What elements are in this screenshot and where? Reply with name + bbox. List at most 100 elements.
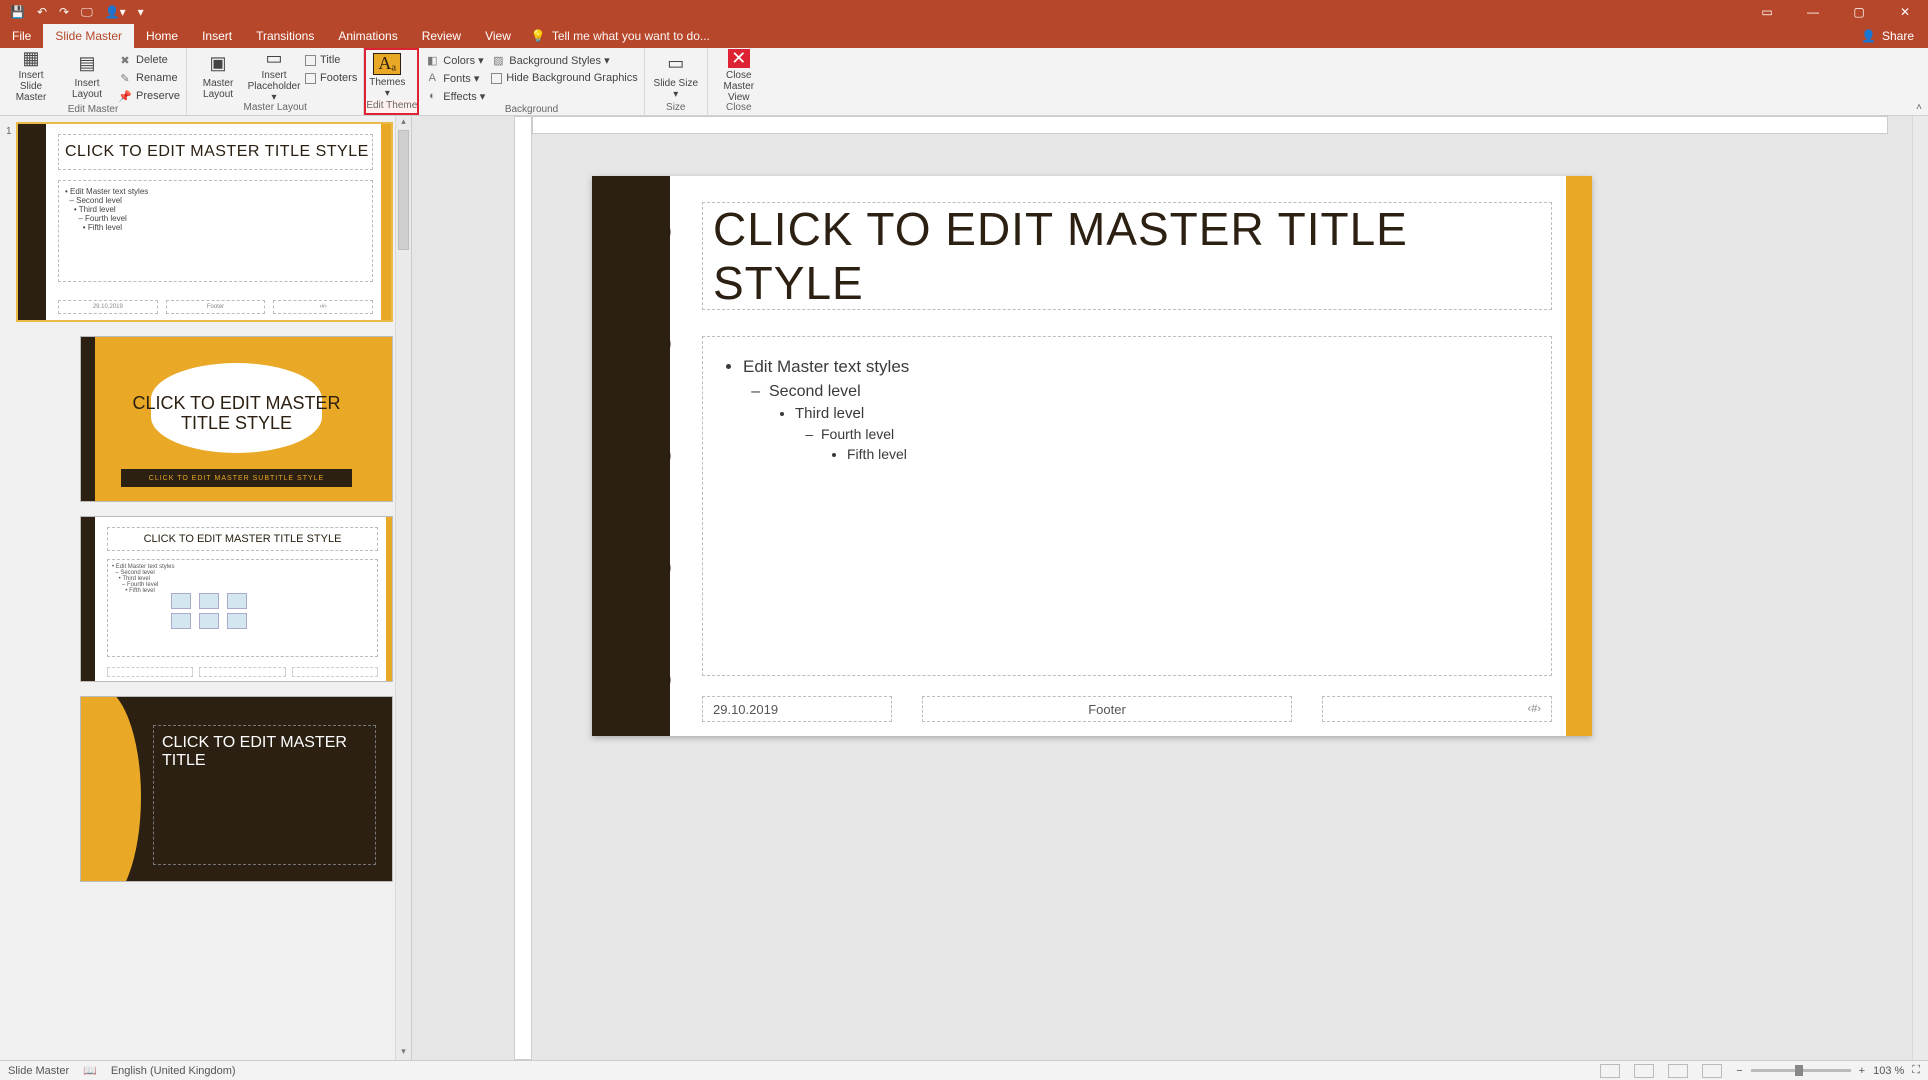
fonts-button[interactable]: AFonts ▾ bbox=[425, 70, 485, 86]
tab-home[interactable]: Home bbox=[134, 24, 190, 48]
title-checkbox[interactable]: Title bbox=[305, 52, 357, 68]
start-from-beginning-icon[interactable]: 🖵 bbox=[81, 5, 93, 20]
body-placeholder[interactable]: Edit Master text styles Second level Thi… bbox=[702, 336, 1552, 676]
delete-button[interactable]: ✖Delete bbox=[118, 52, 180, 68]
footers-checkbox[interactable]: Footers bbox=[305, 70, 357, 86]
effects-button[interactable]: ◐Effects ▾ bbox=[425, 88, 485, 104]
title-checkbox-label: Title bbox=[320, 54, 340, 66]
reading-view-button[interactable] bbox=[1668, 1064, 1688, 1078]
background-styles-button[interactable]: ▨Background Styles ▾ bbox=[491, 52, 637, 68]
fit-to-window-button[interactable]: ⛶ bbox=[1912, 1064, 1920, 1077]
group-master-layout-label: Master Layout bbox=[193, 102, 357, 115]
master-footer-mid: Footer bbox=[166, 300, 266, 314]
zoom-control: − + 103 % ⛶ bbox=[1736, 1064, 1920, 1077]
insert-slide-master-label: Insert Slide Master bbox=[6, 70, 56, 103]
group-master-layout: ▣ Master Layout ▭ Insert Placeholder ▾ T… bbox=[187, 48, 364, 115]
close-master-view-button[interactable]: ✕ Close Master View bbox=[714, 50, 764, 100]
video-icon bbox=[227, 613, 247, 629]
zoom-percent[interactable]: 103 % bbox=[1873, 1065, 1904, 1077]
layout-thumbnail-section-header[interactable]: CLICK TO EDIT MASTER TITLE bbox=[80, 696, 393, 882]
tab-slide-master[interactable]: Slide Master bbox=[43, 24, 134, 48]
insert-layout-button[interactable]: ▤ Insert Layout bbox=[62, 50, 112, 100]
footer-placeholders: 29.10.2019 Footer ‹#› bbox=[702, 696, 1552, 722]
thumbnail-list: 1 CLICK TO EDIT MASTER TITLE STYLE • Edi… bbox=[8, 122, 393, 1060]
layout-thumbnail-title-slide[interactable]: CLICK TO EDIT MASTER TITLE STYLE CLICK T… bbox=[80, 336, 393, 502]
save-icon[interactable]: 💾 bbox=[10, 5, 25, 19]
share-label: Share bbox=[1882, 29, 1914, 43]
zoom-slider[interactable] bbox=[1751, 1069, 1851, 1072]
tab-review[interactable]: Review bbox=[410, 24, 473, 48]
insert-slide-master-button[interactable]: ▦ Insert Slide Master bbox=[6, 50, 56, 100]
scroll-up-arrow-icon[interactable]: ▴ bbox=[396, 116, 411, 130]
tab-view[interactable]: View bbox=[473, 24, 523, 48]
colors-button[interactable]: ◧Colors ▾ bbox=[425, 52, 485, 68]
insert-placeholder-button[interactable]: ▭ Insert Placeholder ▾ bbox=[249, 50, 299, 100]
layout-thumbnail-title-content[interactable]: CLICK TO EDIT MASTER TITLE STYLE • Edit … bbox=[80, 516, 393, 682]
share-button[interactable]: 👤 Share bbox=[1847, 24, 1928, 48]
undo-icon[interactable]: ↶ bbox=[37, 5, 47, 19]
ribbon-tabs: File Slide Master Home Insert Transition… bbox=[0, 24, 1928, 48]
redo-icon[interactable]: ↷ bbox=[59, 5, 69, 19]
layout2-title: CLICK TO EDIT MASTER TITLE STYLE bbox=[107, 527, 378, 551]
themes-label: Themes ▾ bbox=[366, 77, 408, 99]
tab-animations[interactable]: Animations bbox=[326, 24, 409, 48]
spellcheck-icon[interactable]: 📖 bbox=[83, 1064, 97, 1077]
preserve-button[interactable]: 📌Preserve bbox=[118, 88, 180, 104]
master-layout-button[interactable]: ▣ Master Layout bbox=[193, 50, 243, 100]
themes-button[interactable]: Aₐ Themes ▾ bbox=[366, 50, 408, 100]
lightbulb-icon: 💡 bbox=[531, 29, 546, 43]
collapse-ribbon-icon[interactable]: ˄ bbox=[1916, 102, 1922, 113]
normal-view-button[interactable] bbox=[1600, 1064, 1620, 1078]
slide-number-placeholder[interactable]: ‹#› bbox=[1322, 696, 1552, 722]
maximize-button[interactable]: ▢ bbox=[1836, 0, 1882, 24]
group-size: ▭ Slide Size ▾ Size bbox=[645, 48, 708, 115]
level-4-text: Fourth level Fifth level bbox=[821, 426, 1531, 462]
minimize-button[interactable]: — bbox=[1790, 0, 1836, 24]
group-background: ◧Colors ▾ AFonts ▾ ◐Effects ▾ ▨Backgroun… bbox=[419, 48, 644, 115]
thumbnail-scrollbar[interactable]: ▴ ▾ bbox=[395, 116, 411, 1060]
stripe-decoration bbox=[1566, 176, 1592, 736]
table-icon bbox=[171, 593, 191, 609]
footer-placeholder[interactable]: Footer bbox=[922, 696, 1292, 722]
content-icons bbox=[171, 593, 247, 629]
scroll-down-arrow-icon[interactable]: ▾ bbox=[396, 1046, 411, 1060]
insert-layout-label: Insert Layout bbox=[62, 78, 112, 100]
slide-size-button[interactable]: ▭ Slide Size ▾ bbox=[651, 50, 701, 100]
tab-transitions[interactable]: Transitions bbox=[244, 24, 326, 48]
editor-scrollbar[interactable] bbox=[1912, 116, 1928, 1060]
close-window-button[interactable]: ✕ bbox=[1882, 0, 1928, 24]
slide-canvas[interactable]: CLICK TO EDIT MASTER TITLE STYLE Edit Ma… bbox=[592, 176, 1592, 736]
delete-icon: ✖ bbox=[118, 53, 132, 67]
date-placeholder[interactable]: 29.10.2019 bbox=[702, 696, 892, 722]
status-language[interactable]: English (United Kingdom) bbox=[111, 1065, 236, 1077]
zoom-in-button[interactable]: + bbox=[1859, 1065, 1865, 1077]
touch-mode-icon[interactable]: 👤▾ bbox=[105, 5, 126, 19]
workspace: 1 CLICK TO EDIT MASTER TITLE STYLE • Edi… bbox=[0, 116, 1928, 1060]
rename-button[interactable]: ✎Rename bbox=[118, 70, 180, 86]
colors-label: Colors ▾ bbox=[443, 54, 483, 67]
group-close: ✕ Close Master View Close bbox=[708, 48, 770, 115]
group-size-label: Size bbox=[651, 102, 701, 115]
qat-customize-icon[interactable]: ▾ bbox=[138, 5, 144, 19]
insert-slide-master-icon: ▦ bbox=[19, 49, 43, 69]
slide-sorter-view-button[interactable] bbox=[1634, 1064, 1654, 1078]
slide-master-thumbnail[interactable]: CLICK TO EDIT MASTER TITLE STYLE • Edit … bbox=[16, 122, 393, 322]
master-title-placeholder: CLICK TO EDIT MASTER TITLE STYLE bbox=[58, 134, 373, 170]
scrollbar-handle[interactable] bbox=[398, 130, 409, 250]
footers-checkbox-label: Footers bbox=[320, 72, 357, 84]
vertical-ruler bbox=[514, 116, 532, 1060]
title-placeholder[interactable]: CLICK TO EDIT MASTER TITLE STYLE bbox=[702, 202, 1552, 310]
slideshow-view-button[interactable] bbox=[1702, 1064, 1722, 1078]
zoom-out-button[interactable]: − bbox=[1736, 1065, 1742, 1077]
zoom-slider-handle[interactable] bbox=[1795, 1065, 1803, 1076]
ribbon-display-options-icon[interactable]: ▭ bbox=[1744, 0, 1790, 24]
title-bar: 💾 ↶ ↷ 🖵 👤▾ ▾ ▭ — ▢ ✕ bbox=[0, 0, 1928, 24]
ribbon: ▦ Insert Slide Master ▤ Insert Layout ✖D… bbox=[0, 48, 1928, 116]
bg-styles-label: Background Styles ▾ bbox=[509, 54, 609, 67]
group-edit-master: ▦ Insert Slide Master ▤ Insert Layout ✖D… bbox=[0, 48, 187, 115]
tab-file[interactable]: File bbox=[0, 24, 43, 48]
tell-me-search[interactable]: 💡 Tell me what you want to do... bbox=[531, 24, 710, 48]
hide-bg-graphics-checkbox[interactable]: Hide Background Graphics bbox=[491, 70, 637, 86]
window-controls: ▭ — ▢ ✕ bbox=[1744, 0, 1928, 24]
tab-insert[interactable]: Insert bbox=[190, 24, 244, 48]
